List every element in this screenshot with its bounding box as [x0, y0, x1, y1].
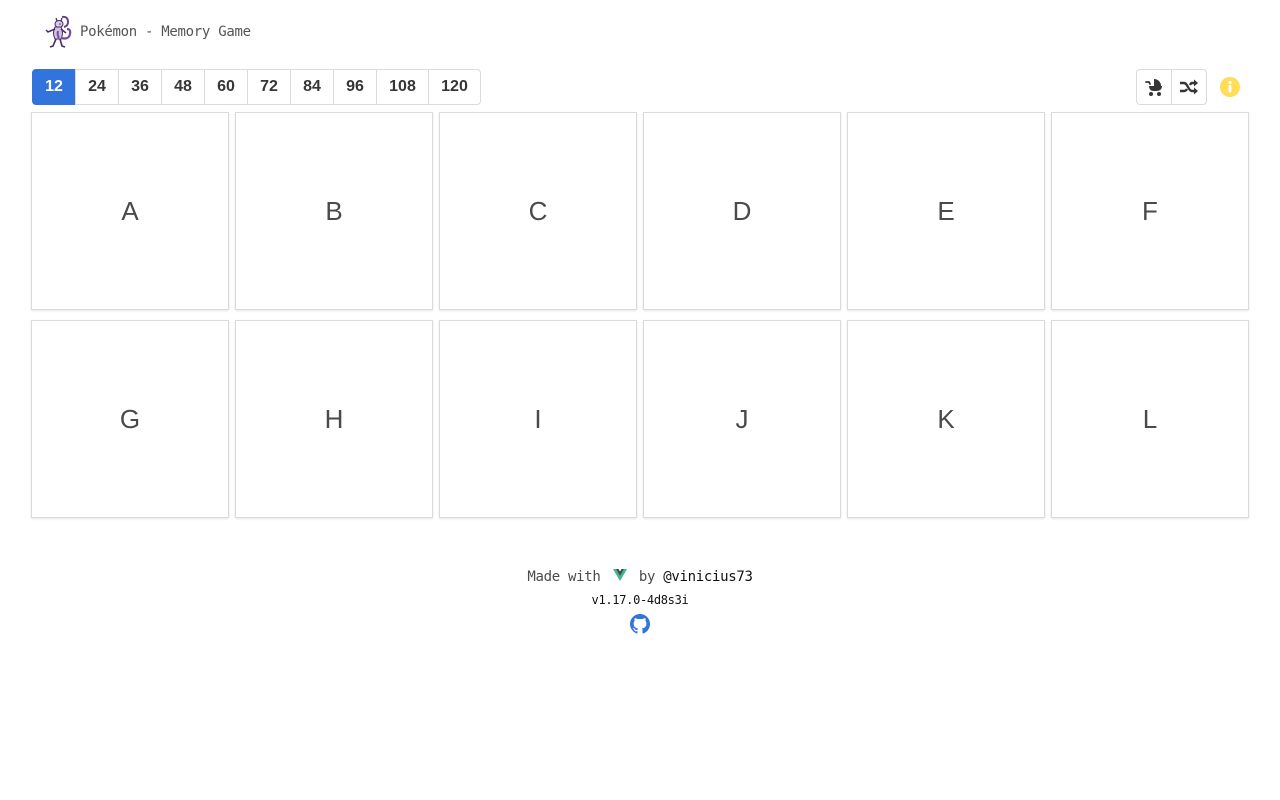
size-button-12[interactable]: 12	[32, 69, 75, 105]
version-text: v1.17.0-4d8s3i	[591, 593, 689, 607]
vue-logo-icon	[612, 569, 627, 581]
shuffle-button[interactable]	[1171, 69, 1207, 105]
mewtwo-logo[interactable]	[40, 14, 76, 50]
size-button-96[interactable]: 96	[333, 69, 376, 105]
baby-carriage-icon	[1145, 79, 1162, 96]
credits-line: Made with by @vinicius73	[0, 566, 1280, 588]
page-footer: Made with by @vinicius73 v1.17.0-4d8s3i	[0, 566, 1280, 639]
memory-card[interactable]: B	[235, 112, 433, 310]
size-button-84[interactable]: 84	[290, 69, 333, 105]
info-button[interactable]	[1219, 76, 1241, 98]
app-header: Pokémon - Memory Game	[40, 14, 251, 50]
memory-card[interactable]: K	[847, 320, 1045, 518]
game-tools	[1136, 69, 1207, 105]
size-button-24[interactable]: 24	[75, 69, 118, 105]
size-button-36[interactable]: 36	[118, 69, 161, 105]
memory-card[interactable]: G	[31, 320, 229, 518]
memory-card[interactable]: D	[643, 112, 841, 310]
memory-card[interactable]: F	[1051, 112, 1249, 310]
size-button-72[interactable]: 72	[247, 69, 290, 105]
memory-card[interactable]: C	[439, 112, 637, 310]
memory-card[interactable]: L	[1051, 320, 1249, 518]
github-icon	[630, 614, 650, 634]
made-with-text: Made with	[527, 569, 601, 585]
easy-mode-button[interactable]	[1136, 69, 1171, 105]
memory-card[interactable]: E	[847, 112, 1045, 310]
size-button-120[interactable]: 120	[428, 69, 481, 105]
size-button-48[interactable]: 48	[161, 69, 204, 105]
info-circle-icon	[1220, 77, 1240, 97]
memory-card[interactable]: I	[439, 320, 637, 518]
size-button-60[interactable]: 60	[204, 69, 247, 105]
app-title: Pokémon - Memory Game	[80, 24, 251, 40]
memory-card[interactable]: H	[235, 320, 433, 518]
size-button-108[interactable]: 108	[376, 69, 428, 105]
board-size-selector: 12 24 36 48 60 72 84 96 108 120	[32, 69, 481, 105]
by-text: by	[638, 569, 656, 585]
shuffle-icon	[1180, 79, 1198, 95]
memory-card[interactable]: J	[643, 320, 841, 518]
author-link[interactable]: @vinicius73	[663, 569, 753, 585]
github-link[interactable]	[630, 614, 650, 639]
memory-card[interactable]: A	[31, 112, 229, 310]
